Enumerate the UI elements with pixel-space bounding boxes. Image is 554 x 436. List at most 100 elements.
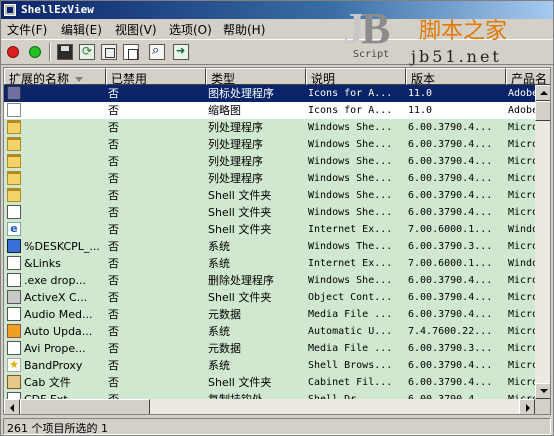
product-cell: Micro bbox=[508, 343, 535, 354]
type-cell: 列处理程序 bbox=[208, 138, 263, 151]
menu-file[interactable]: 文件(F) bbox=[7, 21, 47, 38]
table-row[interactable]: Audio Med... 否 元数据 Media File ... 6.00.3790.… bbox=[4, 306, 535, 323]
extension-name-cell: BandProxy bbox=[24, 359, 83, 372]
disable-button[interactable] bbox=[7, 46, 19, 58]
product-cell: Windo bbox=[508, 224, 535, 235]
arrow-up-icon bbox=[540, 91, 548, 95]
jb-logo: JB Script bbox=[343, 4, 391, 60]
disabled-cell: 否 bbox=[108, 121, 119, 134]
table-row[interactable]: 否 列处理程序 Windows She... 6.00.3790.4... Micro bbox=[4, 170, 535, 187]
table-row[interactable]: 否 图标处理程序 Icons for A... 11.0 Adobe bbox=[4, 85, 535, 102]
column-header-type[interactable]: 类型 bbox=[206, 68, 306, 85]
description-cell: Windows She... bbox=[308, 156, 393, 167]
description-cell: Shell Brows... bbox=[308, 360, 393, 371]
menu-help[interactable]: 帮助(H) bbox=[223, 21, 265, 38]
table-row[interactable]: .exe drop... 否 删除处理程序 Windows She... 6.00.37… bbox=[4, 272, 535, 289]
type-cell: 系统 bbox=[208, 257, 230, 270]
copy-button[interactable] bbox=[123, 44, 139, 60]
product-cell: Micro bbox=[508, 156, 535, 167]
horizontal-scroll-thumb[interactable] bbox=[20, 399, 150, 414]
column-header-description[interactable]: 说明 bbox=[306, 68, 406, 85]
version-cell: 6.00.3790.4... bbox=[408, 309, 493, 320]
version-cell: 6.00.3790.4... bbox=[408, 360, 493, 371]
watermark-site-name: 脚本之家 bbox=[419, 19, 508, 44]
table-row[interactable]: &Links 否 系统 Internet Ex... 7.00.6000.1... Win… bbox=[4, 255, 535, 272]
extension-name-cell: Cab 文件 bbox=[24, 376, 71, 389]
column-header-name[interactable]: 扩展的名称 bbox=[4, 68, 106, 85]
menu-options[interactable]: 选项(O) bbox=[169, 21, 212, 38]
exit-button[interactable] bbox=[173, 44, 189, 60]
disabled-cell: 否 bbox=[108, 291, 119, 304]
table-row[interactable]: Auto Upda... 否 系统 Automatic U... 7.4.7600.22… bbox=[4, 323, 535, 340]
extension-name-cell bbox=[4, 102, 104, 119]
version-cell: 7.00.6000.1... bbox=[408, 224, 493, 235]
extensions-list[interactable]: 扩展的名称 已禁用 类型 说明 版本 产品名 否 图标处理程序 Icons for … bbox=[3, 67, 551, 415]
type-cell: Shell 文件夹 bbox=[208, 376, 272, 389]
table-row[interactable]: %DESKCPL_... 否 系统 Windows The... 6.00.3790.3… bbox=[4, 238, 535, 255]
version-cell: 6.00.3790.4... bbox=[408, 292, 493, 303]
table-row[interactable]: 否 Shell 文件夹 Windows She... 6.00.3790.4... Mi… bbox=[4, 204, 535, 221]
extension-name-cell bbox=[4, 221, 104, 238]
horizontal-scrollbar[interactable] bbox=[4, 399, 535, 414]
description-cell: Windows She... bbox=[308, 173, 393, 184]
product-cell: Micro bbox=[508, 292, 535, 303]
table-row[interactable]: 否 Shell 文件夹 Windows She... 6.00.3790.4... Mi… bbox=[4, 187, 535, 204]
description-cell: Windows She... bbox=[308, 122, 393, 133]
save-button[interactable] bbox=[57, 44, 73, 60]
vertical-scroll-thumb[interactable] bbox=[535, 101, 550, 121]
menu-edit[interactable]: 编辑(E) bbox=[61, 21, 102, 38]
extension-name-cell: .exe drop... bbox=[24, 274, 86, 287]
extension-name-cell bbox=[4, 85, 104, 102]
version-cell: 6.00.3790.3... bbox=[408, 343, 493, 354]
extension-name-cell: Auto Upda... bbox=[24, 325, 93, 338]
sort-arrow-icon bbox=[75, 77, 84, 82]
vertical-scrollbar[interactable] bbox=[535, 85, 550, 401]
watermark: JB Script 脚本之家 jb51.net bbox=[341, 4, 554, 69]
disabled-cell: 否 bbox=[108, 138, 119, 151]
disabled-cell: 否 bbox=[108, 359, 119, 372]
table-row[interactable]: ActiveX C... 否 Shell 文件夹 Object Cont... 6.00… bbox=[4, 289, 535, 306]
scrollbar-corner bbox=[535, 399, 550, 414]
table-row[interactable]: ★ BandProxy 否系统 Shell Brows... 6.00.3790.4..… bbox=[4, 357, 535, 374]
window-title: ShellExView bbox=[21, 3, 94, 16]
product-cell: Micro bbox=[508, 241, 535, 252]
type-cell: 图标处理程序 bbox=[208, 87, 274, 100]
enable-button[interactable] bbox=[29, 46, 41, 58]
toolbar-separator bbox=[49, 43, 51, 61]
product-cell: Micro bbox=[508, 122, 535, 133]
refresh-button[interactable] bbox=[79, 44, 95, 60]
table-row[interactable]: Cab 文件 否 Shell 文件夹 Cabinet Fil... 6.00.3790.… bbox=[4, 374, 535, 391]
scroll-up-button[interactable] bbox=[535, 85, 550, 101]
product-cell: Micro bbox=[508, 207, 535, 218]
table-row[interactable]: 否 缩略图 Icons for A... 11.0 Adobe bbox=[4, 102, 535, 119]
table-row[interactable]: Avi Prope... 否 元数据 Media File ... 6.00.3790.… bbox=[4, 340, 535, 357]
column-header-version[interactable]: 版本 bbox=[406, 68, 506, 85]
column-header-disabled[interactable]: 已禁用 bbox=[106, 68, 206, 85]
product-cell: Micro bbox=[508, 275, 535, 286]
menu-view[interactable]: 视图(V) bbox=[115, 21, 157, 38]
table-row[interactable]: 否 列处理程序 Windows She... 6.00.3790.4... Micro bbox=[4, 119, 535, 136]
find-button[interactable] bbox=[149, 43, 165, 60]
version-cell: 6.00.3790.4... bbox=[408, 275, 493, 286]
type-cell: 列处理程序 bbox=[208, 121, 263, 134]
table-row[interactable]: 否 列处理程序 Windows She... 6.00.3790.4... Micro bbox=[4, 153, 535, 170]
disabled-cell: 否 bbox=[108, 155, 119, 168]
extension-name-cell: &Links bbox=[24, 257, 61, 270]
table-row[interactable]: e 否 Shell 文件夹 Internet Ex... 7.00.6000.1... W… bbox=[4, 221, 535, 238]
version-cell: 11.0 bbox=[408, 105, 433, 116]
status-bar: 261 个项目所选的 1 bbox=[3, 418, 551, 435]
product-cell: Adobe bbox=[508, 88, 535, 99]
column-header-product[interactable]: 产品名 bbox=[506, 68, 550, 85]
scroll-right-button[interactable] bbox=[519, 399, 535, 414]
type-cell: 列处理程序 bbox=[208, 155, 263, 168]
arrow-down-icon bbox=[540, 389, 548, 393]
version-cell: 6.00.3790.4... bbox=[408, 377, 493, 388]
product-cell: Micro bbox=[508, 326, 535, 337]
properties-button[interactable] bbox=[101, 44, 117, 60]
disabled-cell: 否 bbox=[108, 240, 119, 253]
table-row[interactable]: 否 列处理程序 Windows She... 6.00.3790.4... Micro bbox=[4, 136, 535, 153]
scroll-down-button[interactable] bbox=[535, 383, 550, 399]
scroll-left-button[interactable] bbox=[4, 399, 20, 414]
extension-name-cell bbox=[4, 187, 104, 204]
version-cell: 6.00.3790.3... bbox=[408, 241, 493, 252]
